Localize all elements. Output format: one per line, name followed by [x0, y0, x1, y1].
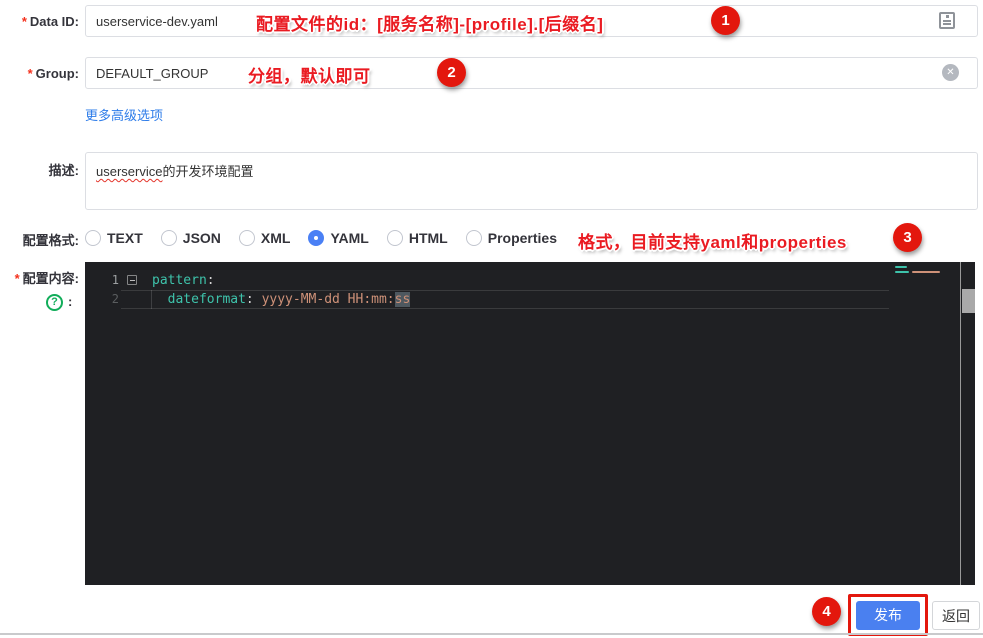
group-label-text: Group: [36, 66, 79, 81]
step-badge-2: 2 [437, 58, 466, 87]
line-number: 1 [85, 271, 119, 290]
radio-icon [85, 230, 101, 246]
description-label-text: 描述: [49, 163, 79, 178]
radio-label: JSON [183, 230, 221, 246]
yaml-colon: : [207, 273, 215, 288]
minimap-line [912, 271, 940, 273]
description-label: 描述: [0, 160, 79, 179]
yaml-key: pattern [152, 273, 207, 288]
step-badge-1: 1 [711, 6, 740, 35]
code-line-2: dateformat: yyyy-MM-dd HH:mm:ss [152, 290, 410, 309]
code-line-1: pattern: [152, 271, 215, 290]
radio-label: XML [261, 230, 291, 246]
format-label: 配置格式: [0, 230, 79, 249]
publish-button[interactable]: 发布 [856, 601, 920, 630]
publish-highlight-box: 发布 [848, 594, 928, 636]
yaml-value: yyyy-MM-dd HH:mm: [254, 292, 395, 307]
radio-icon [239, 230, 255, 246]
required-mark: * [15, 271, 20, 286]
yaml-value-selected: ss [395, 292, 411, 307]
line-number: 2 [85, 290, 119, 309]
help-icon[interactable]: ? [46, 294, 63, 311]
radio-icon [387, 230, 403, 246]
editor-scrollbar[interactable] [960, 262, 975, 585]
paste-icon[interactable] [939, 12, 955, 29]
radio-icon [161, 230, 177, 246]
back-button[interactable]: 返回 [932, 601, 980, 630]
step-badge-4: 4 [812, 597, 841, 626]
config-content-editor[interactable]: 1 2 pattern: dateformat: yyyy-MM-dd HH:m… [85, 262, 975, 585]
radio-label: Properties [488, 230, 557, 246]
required-mark: * [28, 66, 33, 81]
format-label-text: 配置格式: [23, 233, 79, 248]
radio-yaml[interactable]: YAML [308, 230, 368, 246]
minimap-line [895, 266, 907, 268]
radio-label: TEXT [107, 230, 143, 246]
clear-icon[interactable]: ✕ [942, 64, 959, 81]
minimap [891, 265, 957, 281]
radio-xml[interactable]: XML [239, 230, 291, 246]
yaml-key: dateformat [152, 292, 246, 307]
data-id-label: *Data ID: [0, 14, 79, 29]
description-value-underlined: userservice [96, 164, 162, 179]
data-id-label-text: Data ID: [30, 14, 79, 29]
fold-collapse-icon[interactable] [127, 275, 137, 285]
advanced-options-link[interactable]: 更多高级选项 [85, 105, 163, 124]
new-config-form: *Data ID: *Group: ✕ 更多高级选项 描述: userservi… [0, 0, 983, 638]
group-label: *Group: [0, 66, 79, 81]
radio-text[interactable]: TEXT [85, 230, 143, 246]
radio-selected-icon [308, 230, 324, 246]
yaml-colon: : [246, 292, 254, 307]
minimap-line [895, 271, 909, 273]
bottom-divider [0, 633, 983, 635]
format-radio-group: TEXT JSON XML YAML HTML Properties [85, 223, 557, 253]
radio-html[interactable]: HTML [387, 230, 448, 246]
step-badge-3: 3 [893, 223, 922, 252]
content-label: *配置内容: [0, 268, 79, 287]
annotation-format: 格式，目前支持yaml和properties [578, 228, 847, 253]
description-value-rest: 的开发环境配置 [162, 164, 253, 179]
content-label-text: 配置内容: [23, 271, 79, 286]
annotation-group: 分组，默认即可 [248, 62, 371, 87]
scrollbar-thumb[interactable] [962, 289, 975, 313]
radio-label: YAML [330, 230, 368, 246]
description-textarea[interactable]: userservice的开发环境配置 [85, 152, 978, 210]
required-mark: * [22, 14, 27, 29]
radio-label: HTML [409, 230, 448, 246]
group-input[interactable] [85, 57, 978, 89]
radio-json[interactable]: JSON [161, 230, 221, 246]
radio-icon [466, 230, 482, 246]
annotation-data-id: 配置文件的id：[服务名称]-[profile].[后缀名] [256, 10, 603, 35]
radio-properties[interactable]: Properties [466, 230, 557, 246]
help-colon: : [68, 294, 72, 309]
